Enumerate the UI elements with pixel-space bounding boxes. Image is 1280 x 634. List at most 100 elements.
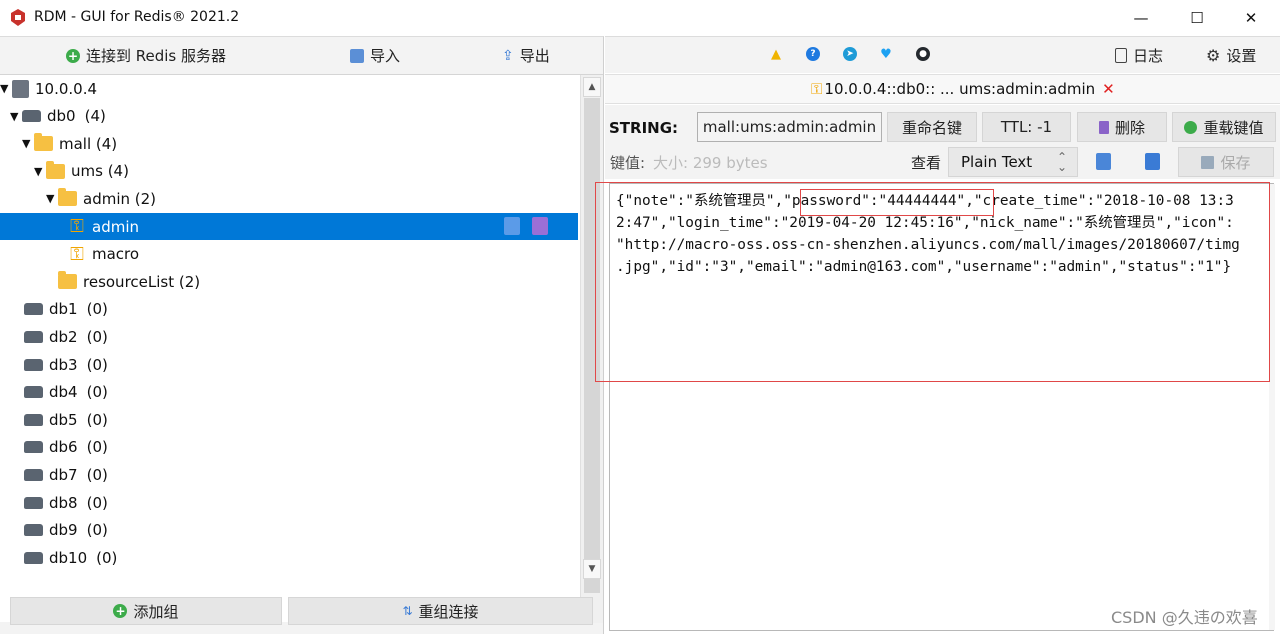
app-logo-icon: [11, 9, 25, 26]
reload-value-button[interactable]: 重载键值: [1172, 112, 1276, 142]
tree-item-label: db10: [49, 548, 88, 567]
expand-arrow-icon[interactable]: ▼: [22, 137, 34, 150]
expand-arrow-icon[interactable]: ▼: [46, 192, 58, 205]
db-icon: [24, 551, 43, 564]
sort-arrows-icon: ⇅: [402, 604, 413, 618]
github-icon[interactable]: ●: [916, 47, 930, 61]
db-icon: [24, 441, 43, 454]
import-label: 导入: [370, 47, 401, 65]
tree-item-label: db3: [49, 355, 78, 374]
copy-value-icon[interactable]: [1096, 153, 1111, 170]
help-icon[interactable]: ?: [806, 47, 820, 61]
tree-item-label: macro: [92, 245, 140, 264]
key-icon: ⚿: [70, 243, 84, 265]
view-mode-select[interactable]: Plain Text ⌃ ⌄: [948, 147, 1078, 177]
reload-icon: [1184, 120, 1198, 134]
tree-item-count: (0): [86, 300, 108, 319]
folder-icon: [34, 133, 53, 152]
tree-item-db[interactable]: db9 (0): [0, 517, 578, 544]
minimize-button[interactable]: —: [1118, 0, 1164, 36]
db-icon: [24, 496, 43, 509]
tree-item-key[interactable]: ⚿ admin: [0, 213, 578, 240]
import-button[interactable]: 导入: [350, 45, 400, 66]
scroll-up-button[interactable]: ▲: [583, 77, 601, 97]
log-button[interactable]: 日志: [1115, 45, 1163, 66]
tree-item-db[interactable]: db2 (0): [0, 323, 578, 350]
view-mode-label: 查看: [911, 154, 942, 172]
title-bar: RDM - GUI for Redis® 2021.2 — ☐ ✕: [0, 0, 1280, 36]
tree-item-server[interactable]: ▼ 10.0.0.4: [0, 75, 578, 102]
tree-item-folder[interactable]: ▼ mall (4): [0, 130, 578, 157]
key-name-field[interactable]: mall:ums:admin:admin: [697, 112, 882, 142]
delete-key-button[interactable]: 删除: [1077, 112, 1167, 142]
tree-item-folder[interactable]: resourceList (2): [0, 268, 578, 295]
expand-arrow-icon[interactable]: ▼: [34, 165, 46, 178]
ttl-button[interactable]: TTL: -1: [982, 112, 1071, 142]
twitter-icon[interactable]: ♥: [879, 47, 893, 62]
tree-item-count: (0): [86, 493, 108, 512]
export-label: 导出: [519, 47, 550, 65]
connect-redis-button[interactable]: + 连接到 Redis 服务器: [66, 45, 226, 66]
export-button[interactable]: ⇪ 导出: [502, 45, 550, 66]
expand-arrow-icon[interactable]: ▼: [10, 110, 22, 123]
db-icon: [24, 358, 43, 371]
tree-item-label: db8: [49, 493, 78, 512]
tree-item-db[interactable]: db8 (0): [0, 489, 578, 516]
db-icon: [24, 303, 43, 316]
tree-item-count: (0): [86, 521, 108, 540]
tree-item-db[interactable]: db6 (0): [0, 434, 578, 461]
tree-item-label: db1: [49, 300, 78, 319]
maximize-button[interactable]: ☐: [1174, 0, 1220, 36]
tree-item-db[interactable]: ▼ db0 (4): [0, 103, 578, 130]
document-icon[interactable]: [1145, 153, 1160, 170]
tree-item-folder[interactable]: ▼ admin (2): [0, 185, 578, 212]
save-value-button[interactable]: 保存: [1178, 147, 1274, 177]
tree-item-count: (0): [86, 383, 108, 402]
add-circle-icon: +: [66, 48, 80, 63]
right-toolbar: ▲ ? ➤ ♥ ● 日志 ⚙ 设置: [605, 37, 1280, 73]
value-label: 键值:: [610, 154, 646, 172]
tree-item-label: db9: [49, 521, 78, 540]
tree-item-db[interactable]: db3 (0): [0, 351, 578, 378]
tree-item-db[interactable]: db7 (0): [0, 461, 578, 488]
tree-item-count: (0): [86, 327, 108, 346]
regroup-button[interactable]: ⇅ 重组连接: [288, 597, 593, 625]
tree-item-label: resourceList (2): [83, 272, 201, 291]
ttl-label: TTL: -1: [1000, 118, 1053, 136]
expand-arrow-icon[interactable]: ▼: [0, 82, 12, 95]
gear-icon: ⚙: [1206, 46, 1221, 65]
tree-item-folder[interactable]: ▼ ums (4): [0, 158, 578, 185]
value-size: 大小: 299 bytes: [653, 154, 768, 172]
db-icon: [24, 413, 43, 426]
save-icon: [1201, 155, 1215, 169]
tree-item-db[interactable]: db1 (0): [0, 296, 578, 323]
telegram-icon[interactable]: ➤: [843, 47, 857, 61]
tree-item-label: db4: [49, 383, 78, 402]
key-type-label: STRING:: [609, 119, 679, 137]
connection-tree: ▼ 10.0.0.4 ▼ db0 (4) ▼ mall (4) ▼ ums (4) ▼ admin …: [0, 74, 603, 623]
tab-close-button[interactable]: ✕: [1102, 80, 1115, 98]
trash-icon: [1098, 120, 1109, 134]
tree-item-label: mall (4): [59, 134, 118, 153]
rename-key-button[interactable]: 重命名键: [887, 112, 977, 142]
settings-button[interactable]: ⚙ 设置: [1206, 45, 1256, 66]
close-window-button[interactable]: ✕: [1228, 0, 1274, 36]
save-value-label: 保存: [1220, 153, 1251, 172]
delete-key-label: 删除: [1114, 118, 1145, 137]
row-actions: [504, 217, 548, 235]
reload-value-label: 重载键值: [1203, 118, 1264, 137]
scroll-down-button[interactable]: ▼: [583, 559, 601, 579]
tree-item-db[interactable]: db4 (0): [0, 379, 578, 406]
folder-icon: [58, 188, 77, 207]
trash-icon[interactable]: [532, 217, 548, 235]
tree-item-key[interactable]: ⚿ macro: [0, 241, 578, 268]
key-icon: ⚿: [811, 80, 823, 98]
warning-icon[interactable]: ▲: [769, 47, 783, 62]
left-toolbar: + 连接到 Redis 服务器 导入 ⇪ 导出: [0, 37, 603, 73]
add-group-button[interactable]: + 添加组: [10, 597, 282, 625]
copy-key-icon[interactable]: [504, 217, 520, 235]
tab-active-key[interactable]: ⚿ 10.0.0.4::db0:: ... ums:admin:admin ✕: [811, 80, 1115, 98]
tree-item-db[interactable]: db5 (0): [0, 406, 578, 433]
db-icon: [22, 110, 41, 123]
tree-item-db[interactable]: db10 (0): [0, 544, 578, 571]
